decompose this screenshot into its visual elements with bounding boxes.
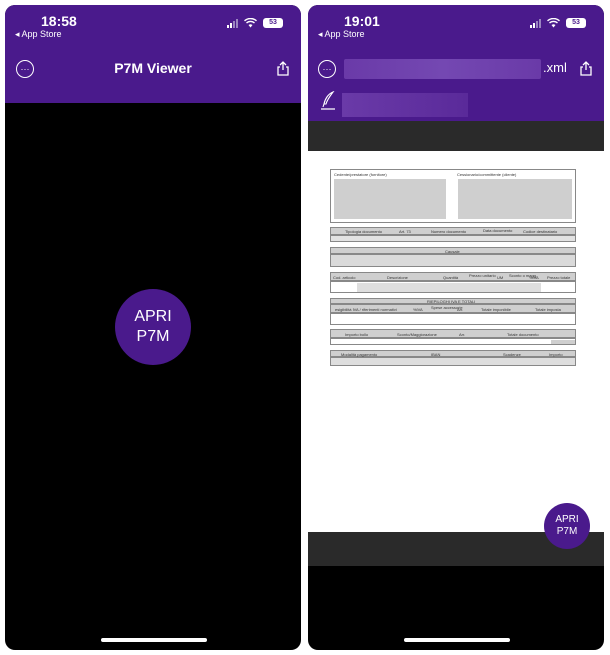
document-info-values (330, 235, 576, 242)
signature-quill-icon[interactable] (320, 91, 336, 111)
quantity-label: Quantità (443, 275, 459, 280)
parties-box: Cedente/prestatore (fornitore) Cessionar… (330, 169, 576, 223)
payment-header: Modalità pagamento IBAN Scadenze Importo (330, 350, 576, 357)
phone-screen-home: 18:58 ◂ App Store 53 ··· P7M Viewer APRI… (5, 5, 301, 650)
phone-screen-document: 19:01 ◂ App Store 53 ··· .xml Cedente/pr… (308, 5, 604, 650)
vat-label: %IVA (529, 275, 539, 280)
doc-type-label: Tipologia documento (345, 229, 382, 234)
more-options-icon[interactable]: ··· (318, 60, 336, 78)
status-time: 18:58 (41, 13, 77, 29)
items-table-row (330, 281, 576, 293)
back-to-app-store-link[interactable]: ◂ App Store (15, 29, 62, 40)
filename-redacted (344, 59, 541, 79)
seller-label: Cedente/prestatore (fornitore) (334, 172, 387, 177)
buyer-redacted (458, 179, 572, 219)
open-p7m-button[interactable]: APRI P7M (544, 503, 590, 549)
um-label: UM (497, 275, 504, 280)
description-label: Descrizione (387, 275, 408, 280)
wifi-icon (244, 18, 257, 28)
document-top-margin (308, 121, 604, 151)
totals-header: Importo bollo Sconto/Maggiorazione Arr. … (330, 329, 576, 338)
stamp-label: Importo bollo (345, 332, 369, 337)
invoice-document-page[interactable]: Cedente/prestatore (fornitore) Cessionar… (308, 151, 604, 532)
totals-row (330, 338, 576, 345)
signal-icon (530, 18, 541, 28)
open-button-line1: APRI (134, 308, 172, 325)
home-indicator (101, 638, 207, 642)
vat2-label: %IVA (413, 307, 423, 312)
home-indicator (404, 638, 510, 642)
seller-redacted (334, 179, 446, 219)
reason-header: Causale (330, 247, 576, 254)
back-to-app-store-link[interactable]: ◂ App Store (318, 29, 365, 40)
battery-icon: 53 (263, 18, 283, 28)
doc-date-label: Data documento (483, 228, 513, 233)
share-icon[interactable] (580, 61, 592, 76)
document-info-header: Tipologia documento Art. 73 Numero docum… (330, 227, 576, 235)
taxable-total-label: Totale imponibile (481, 307, 511, 312)
status-icons: 53 (227, 18, 283, 28)
filename-extension: .xml (543, 60, 567, 75)
doc-total-label: Totale documento (507, 332, 539, 337)
status-time: 19:01 (344, 13, 380, 29)
arr-label: Arr. (457, 307, 464, 312)
items-table-header: Cod. articolo Descrizione Quantità Prezz… (330, 272, 576, 281)
buyer-label: Cessionario/committente (cliente) (457, 172, 517, 177)
doc-number-label: Numero documento (431, 229, 467, 234)
item-row-redacted (357, 283, 541, 292)
page-title: P7M Viewer (114, 60, 192, 76)
summary-header: esigibilità IVA / riferimenti normativi … (330, 304, 576, 313)
reason-value-redacted (330, 254, 576, 267)
arr2-label: Arr. (459, 332, 466, 337)
wifi-icon (547, 18, 560, 28)
sconto-label: Sconto/Maggiorazione (397, 332, 437, 337)
open-button-line2: P7M (556, 526, 578, 537)
tax-nature-label: esigibilità IVA / riferimenti normativi (335, 307, 397, 312)
payment-row-redacted (330, 357, 576, 366)
signal-icon (227, 18, 238, 28)
open-button-line2: P7M (136, 328, 170, 345)
doc-total-redacted (551, 340, 575, 344)
summary-row (330, 313, 576, 325)
battery-icon: 53 (566, 18, 586, 28)
tax-total-label: Totale imposta (535, 307, 561, 312)
share-icon[interactable] (277, 61, 289, 76)
total-price-label: Prezzo totale (547, 275, 571, 280)
article-code-label: Cod. articolo (333, 275, 356, 280)
dest-code-label: Codice destinatario (523, 229, 558, 234)
open-p7m-button[interactable]: APRI P7M (115, 289, 191, 365)
status-icons: 53 (530, 18, 586, 28)
app-header: 19:01 ◂ App Store 53 ··· .xml (308, 5, 604, 121)
app-header: 18:58 ◂ App Store 53 ··· P7M Viewer (5, 5, 301, 103)
signer-name-redacted (342, 93, 468, 117)
open-button-line1: APRI (555, 514, 579, 525)
art73-label: Art. 73 (399, 229, 411, 234)
unit-price-label: Prezzo unitario (469, 273, 496, 278)
